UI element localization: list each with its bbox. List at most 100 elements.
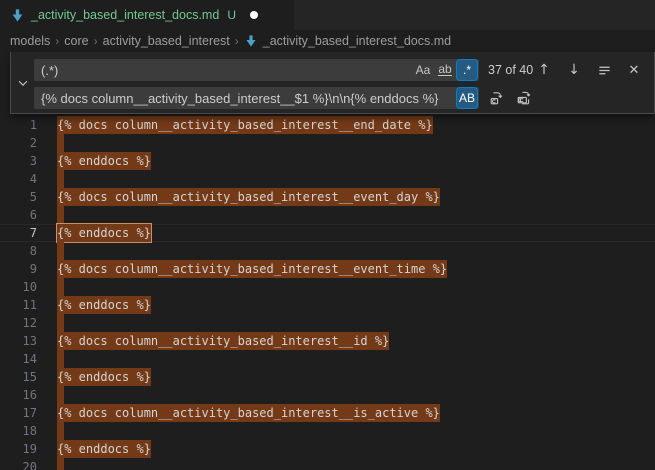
line-number: 10 [0,278,37,296]
breadcrumb-item-core[interactable]: core [64,34,88,48]
editor-lines: 1 {% docs column__activity_based_interes… [0,116,655,470]
line-text [57,242,64,260]
chevron-down-icon [16,76,30,90]
editor-line[interactable]: 2 [0,134,655,152]
replace-toggles: AB [457,88,477,108]
replace-buttons [487,88,534,108]
editor-line[interactable]: 15 {% enddocs %} [0,368,655,386]
editor-line[interactable]: 20 [0,458,655,470]
editor-line[interactable]: 1 {% docs column__activity_based_interes… [0,116,655,134]
replace-all-button[interactable] [514,88,534,108]
breadcrumb-item-file[interactable]: _activity_based_interest_docs.md [263,34,451,48]
modified-dot[interactable] [250,11,258,19]
editor-line[interactable]: 4 [0,170,655,188]
editor-line[interactable]: 14 [0,350,655,368]
line-text [57,170,64,188]
line-number: 2 [0,134,37,152]
line-text [57,278,64,296]
editor-line[interactable]: 19 {% enddocs %} [0,440,655,458]
dbt-file-icon [10,8,25,23]
line-text: {% docs column__activity_based_interest_… [57,188,440,206]
line-text: {% enddocs %} [57,296,151,314]
next-match-button[interactable]: ↓ [564,60,584,80]
replace-all-icon [516,90,532,106]
line-text [57,350,64,368]
replace-button[interactable] [487,88,507,108]
vscode-window: _activity_based_interest_docs.md U model… [0,0,655,470]
editor-line[interactable]: 12 [0,314,655,332]
line-number: 12 [0,314,37,332]
chevron-right-icon: › [55,34,59,48]
line-number: 5 [0,188,37,206]
line-text [57,422,64,440]
editor-line[interactable]: 3 {% enddocs %} [0,152,655,170]
line-number: 1 [0,116,37,134]
line-number: 9 [0,260,37,278]
breadcrumb: models › core › activity_based_interest … [0,30,655,52]
editor-line[interactable]: 6 [0,206,655,224]
find-in-selection-button[interactable] [594,60,614,80]
arrow-down-icon: ↓ [568,63,580,77]
find-nav-buttons: ↑ ↓ ✕ [534,60,648,80]
close-button[interactable]: ✕ [624,60,644,80]
line-number: 16 [0,386,37,404]
preserve-case-toggle[interactable]: AB [457,88,477,108]
arrow-up-icon: ↑ [538,63,550,77]
line-text: {% docs column__activity_based_interest_… [57,116,433,134]
find-row: Aa ab .* 37 of 40 ↑ ↓ ✕ [34,59,648,81]
line-text [57,386,64,404]
selection-lines-icon [597,63,612,78]
line-number: 8 [0,242,37,260]
editor-line[interactable]: 11 {% enddocs %} [0,296,655,314]
editor-line[interactable]: 18 [0,422,655,440]
toggle-replace-button[interactable] [12,52,33,113]
tab-activity-based-interest-docs[interactable]: _activity_based_interest_docs.md U [0,0,294,30]
editor-line[interactable]: 17 {% docs column__activity_based_intere… [0,404,655,422]
line-text: {% enddocs %} [57,440,151,458]
replace-input[interactable] [34,87,452,109]
chevron-right-icon: › [94,34,98,48]
find-toggles: Aa ab .* [413,60,477,80]
line-text [57,314,64,332]
results-count: 37 of 40 [488,63,533,77]
replace-row: AB [34,87,648,109]
line-number: 20 [0,458,37,470]
replace-icon [489,90,505,106]
breadcrumb-item-activity-based-interest[interactable]: activity_based_interest [103,34,230,48]
line-number: 11 [0,296,37,314]
editor-line[interactable]: 13 {% docs column__activity_based_intere… [0,332,655,350]
line-number: 14 [0,350,37,368]
line-number: 19 [0,440,37,458]
regex-toggle[interactable]: .* [457,60,477,80]
whole-word-toggle[interactable]: ab [435,60,455,80]
editor-line[interactable]: 5 {% docs column__activity_based_interes… [0,188,655,206]
editor-line[interactable]: 10 [0,278,655,296]
close-icon: ✕ [629,62,640,78]
line-text: {% docs column__activity_based_interest_… [57,260,447,278]
line-number: 7 [0,224,37,242]
line-text: {% enddocs %} [57,224,151,242]
breadcrumb-item-models[interactable]: models [10,34,50,48]
line-text: {% enddocs %} [57,368,151,386]
editor-line[interactable]: 16 [0,386,655,404]
find-input-box: Aa ab .* [34,59,479,81]
line-number: 13 [0,332,37,350]
line-number: 4 [0,170,37,188]
editor-line[interactable]: 7 {% enddocs %} [0,224,655,242]
line-text: {% docs column__activity_based_interest_… [57,404,440,422]
chevron-right-icon: › [235,34,239,48]
editor-line[interactable]: 9 {% docs column__activity_based_interes… [0,260,655,278]
line-text [57,458,64,470]
line-text: {% enddocs %} [57,152,151,170]
line-number: 6 [0,206,37,224]
line-text [57,206,64,224]
find-input[interactable] [34,59,407,81]
line-text: {% docs column__activity_based_interest_… [57,332,389,350]
previous-match-button[interactable]: ↑ [534,60,554,80]
match-case-toggle[interactable]: Aa [413,60,433,80]
editor-line[interactable]: 8 [0,242,655,260]
line-number: 15 [0,368,37,386]
find-replace-widget: Aa ab .* 37 of 40 ↑ ↓ ✕ AB [10,52,655,114]
line-number: 3 [0,152,37,170]
git-status-badge: U [227,8,236,22]
